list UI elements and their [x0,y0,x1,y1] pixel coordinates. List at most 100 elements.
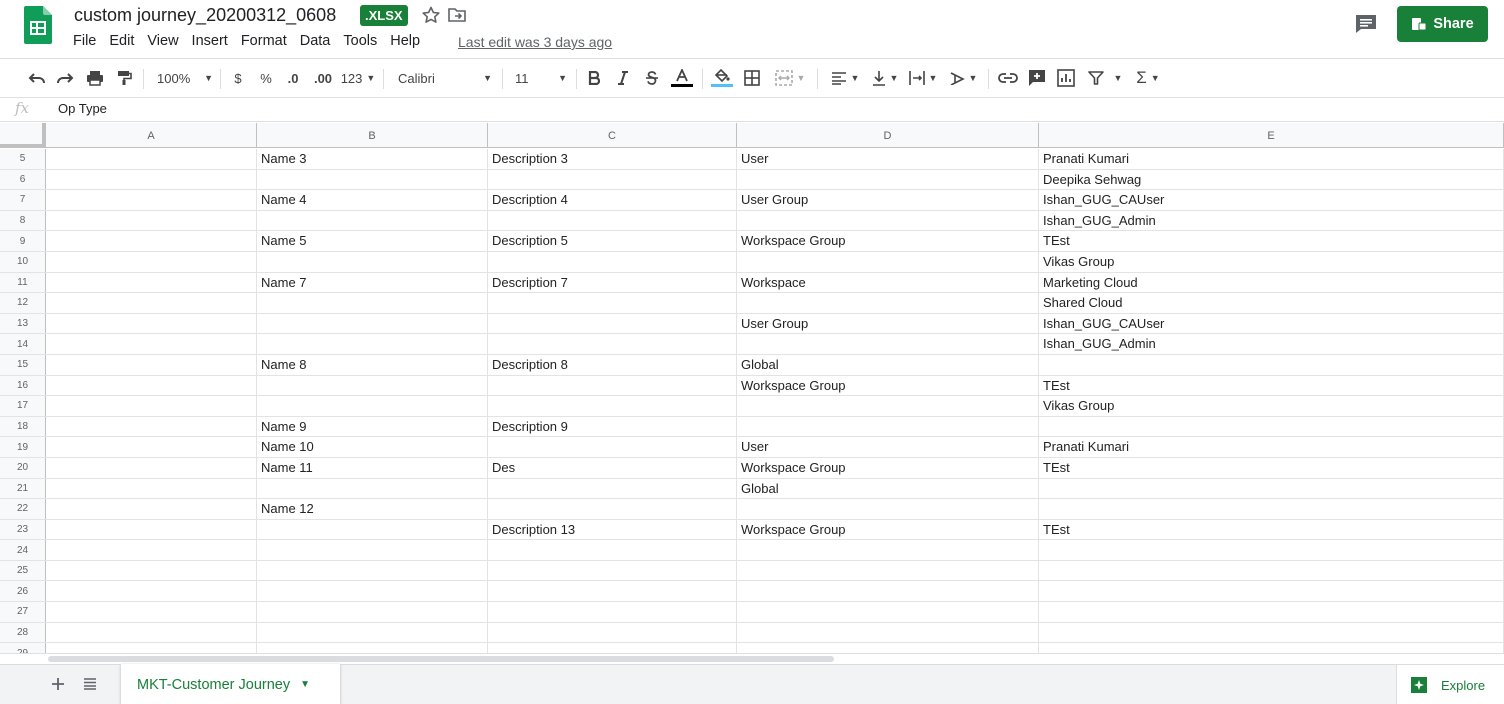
row-header[interactable]: 27 [0,602,46,622]
cell-a[interactable] [46,499,257,519]
cell-e[interactable] [1039,478,1504,499]
cell-e[interactable]: Deepika Sehwag [1039,169,1504,190]
cell-b[interactable] [257,478,488,499]
menu-format[interactable]: Format [241,33,287,49]
cell-b[interactable] [257,540,488,560]
menu-file[interactable]: File [73,33,96,49]
row-header[interactable]: 18 [0,416,46,437]
font-family-select[interactable]: Calibri ▼ [398,67,492,89]
cell-e[interactable] [1039,499,1504,519]
last-edit-link[interactable]: Last edit was 3 days ago [458,34,612,50]
cell-b[interactable] [257,519,488,540]
cell-c[interactable] [488,560,737,581]
cell-e[interactable] [1039,581,1504,602]
cell-b[interactable] [257,396,488,416]
cell-e[interactable]: Vikas Group [1039,251,1504,272]
cell-c[interactable] [488,622,737,643]
insert-comment-button[interactable] [1026,67,1048,89]
row-header[interactable]: 21 [0,478,46,499]
currency-format-button[interactable]: $ [230,67,246,89]
cell-a[interactable] [46,416,257,437]
cell-c[interactable] [488,581,737,602]
cell-b[interactable] [257,169,488,190]
cell-a[interactable] [46,190,257,210]
row-header[interactable]: 17 [0,396,46,416]
cell-b[interactable]: Name 5 [257,231,488,251]
insert-link-button[interactable] [997,67,1019,89]
row-header[interactable]: 9 [0,231,46,251]
add-sheet-button[interactable] [48,674,68,694]
cell-e[interactable] [1039,560,1504,581]
cell-e[interactable]: TEst [1039,231,1504,251]
column-header-b[interactable]: B [257,123,488,148]
zoom-select[interactable]: 100% ▼ [157,67,213,89]
cell-c[interactable]: Description 4 [488,190,737,210]
move-to-folder-icon[interactable] [447,6,467,24]
cell-c[interactable] [488,293,737,313]
comment-history-icon[interactable] [1354,13,1378,35]
cell-b[interactable] [257,602,488,622]
cell-b[interactable] [257,643,488,653]
sheets-logo-icon[interactable] [24,6,52,44]
share-button[interactable]: Share [1397,6,1488,42]
column-header-a[interactable]: A [46,123,257,148]
cell-c[interactable] [488,602,737,622]
cell-a[interactable] [46,375,257,396]
cell-b[interactable] [257,581,488,602]
cell-b[interactable] [257,334,488,354]
cell-d[interactable]: User Group [737,190,1039,210]
text-wrapping-select[interactable]: ▼ [906,67,940,89]
row-header[interactable]: 11 [0,272,46,293]
row-header[interactable]: 14 [0,334,46,354]
cell-b[interactable] [257,622,488,643]
cell-e[interactable]: TEst [1039,457,1504,478]
cell-a[interactable] [46,231,257,251]
row-header[interactable]: 26 [0,581,46,602]
row-header[interactable]: 29 [0,643,46,653]
cell-d[interactable]: User Group [737,313,1039,334]
cell-e[interactable]: Ishan_GUG_CAUser [1039,190,1504,210]
cell-c[interactable] [488,169,737,190]
cell-a[interactable] [46,272,257,293]
cell-c[interactable] [488,499,737,519]
functions-select[interactable]: Σ ▼ [1132,67,1164,89]
undo-button[interactable] [26,67,48,89]
bold-button[interactable] [585,67,603,89]
cell-c[interactable] [488,437,737,457]
cell-c[interactable] [488,251,737,272]
cell-e[interactable] [1039,416,1504,437]
cell-e[interactable] [1039,540,1504,560]
cell-a[interactable] [46,169,257,190]
cell-e[interactable]: Ishan_GUG_Admin [1039,334,1504,354]
cell-e[interactable] [1039,643,1504,653]
cell-b[interactable]: Name 9 [257,416,488,437]
cell-d[interactable] [737,334,1039,354]
menu-tools[interactable]: Tools [343,33,377,49]
cell-a[interactable] [46,437,257,457]
cell-e[interactable]: TEst [1039,375,1504,396]
explore-button[interactable]: Explore [1396,665,1504,704]
cell-a[interactable] [46,560,257,581]
cell-c[interactable] [488,643,737,653]
row-header[interactable]: 22 [0,499,46,519]
cell-d[interactable] [737,602,1039,622]
column-header-d[interactable]: D [737,123,1039,148]
cell-d[interactable] [737,396,1039,416]
percent-format-button[interactable]: % [258,67,274,89]
cell-e[interactable]: Ishan_GUG_CAUser [1039,313,1504,334]
cell-b[interactable]: Name 3 [257,149,488,169]
filter-select[interactable]: ▼ [1085,67,1125,89]
borders-button[interactable] [743,67,761,89]
cell-e[interactable]: Shared Cloud [1039,293,1504,313]
star-icon[interactable] [421,6,441,24]
cell-a[interactable] [46,581,257,602]
cell-a[interactable] [46,622,257,643]
row-header[interactable]: 5 [0,149,46,169]
cell-d[interactable]: Workspace [737,272,1039,293]
cell-b[interactable]: Name 8 [257,354,488,375]
print-button[interactable] [84,67,106,89]
cell-d[interactable] [737,210,1039,231]
fill-color-button[interactable] [711,67,733,89]
cell-a[interactable] [46,478,257,499]
cell-d[interactable]: Global [737,354,1039,375]
